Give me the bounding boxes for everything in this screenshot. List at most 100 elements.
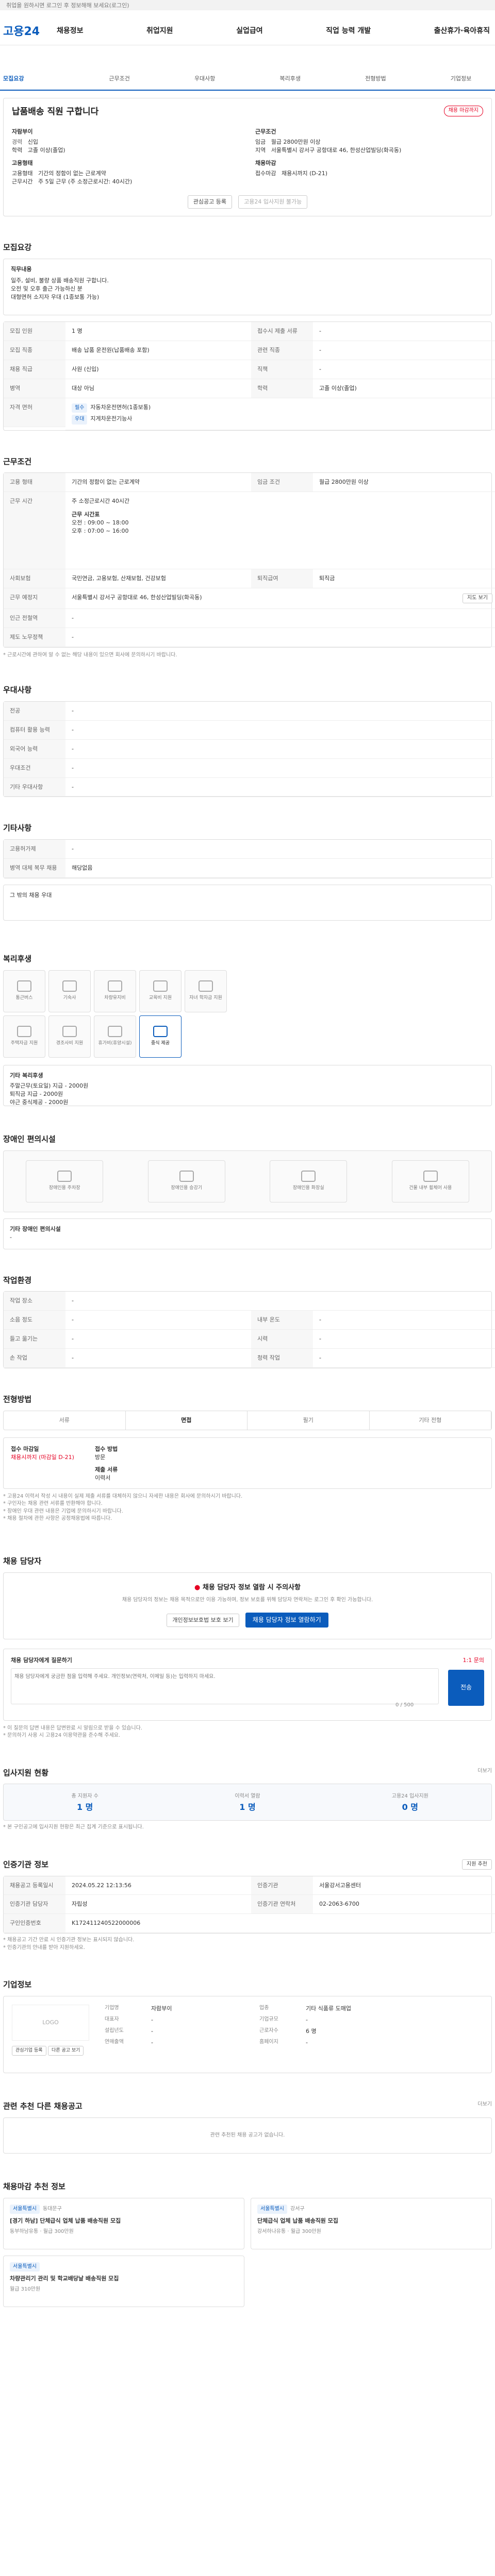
job-desc-line: 대형면허 소지자 우대 (1종보통 가능)	[11, 293, 100, 300]
info-value: 서울강서고용센터	[313, 1876, 495, 1895]
tab-prefer[interactable]: 우대사항	[174, 75, 236, 83]
question-input[interactable]	[11, 1668, 439, 1705]
stat-label: 고용24 입사지원	[391, 1793, 428, 1800]
job-title: 납품배송 직원 구합니다	[12, 107, 99, 117]
recruit-cell: 1 명	[65, 322, 251, 341]
nav-employment-support[interactable]: 취업지원	[146, 26, 173, 36]
map-button[interactable]: 지도 보기	[463, 594, 492, 603]
deadline-label: 접수 마감일	[11, 1445, 39, 1452]
applicants-section: 입사지원 현황 더보기 총 지원자 수 1 명 이력서 열람 1 명 고용24 입사지…	[0, 1760, 495, 1832]
recommend-title: 채용마감 추천 정보	[3, 2181, 65, 2191]
welfare-other-line: 퇴직금 지급 - 2000원	[10, 1090, 63, 1097]
company-value: -	[306, 2039, 308, 2046]
prefer-value: -	[65, 778, 493, 797]
wage-value: 월급 2800만원 이상	[271, 138, 321, 145]
elevator-icon	[179, 1171, 194, 1182]
applicants-more-link[interactable]: 더보기	[477, 1768, 492, 1784]
env-section: 작업환경 작업 장소 - 소음 정도 - 내부 온도 - 들고 옮기는 - 시력 - 손 작업…	[0, 1268, 495, 1369]
welfare-tile: 주택자금 지원	[3, 1015, 45, 1058]
emp-type-label: 고용형태	[12, 170, 33, 177]
recruit-cell: 대상 아님	[65, 379, 251, 398]
stat-resume: 이력서 열람 1 명	[166, 1784, 328, 1820]
disability-tile: 장애인용 화장실	[270, 1160, 348, 1202]
tab-selection[interactable]: 전형방법	[344, 75, 406, 83]
recommend-card[interactable]: 서울특별시 동대문구 [경기 하남] 단체급식 업체 납품 배송직원 모집 동부하…	[3, 2197, 244, 2249]
section-tabs: 모집요강 근무조건 우대사항 복리후생 전형방법 기업정보	[0, 68, 495, 91]
company-value: -	[306, 2016, 308, 2024]
disability-other-label: 기타 장애인 편의시설	[10, 1225, 61, 1232]
recommend-region: 서울특별시	[10, 2204, 40, 2214]
company-label: 설립년도	[105, 2027, 124, 2033]
welfare-tile-label: 차량유지비	[104, 995, 126, 1001]
emp-type-heading: 고용형태	[12, 160, 33, 167]
nav-jobs[interactable]: 채용정보	[57, 26, 84, 36]
recruit-cell-label: 직책	[251, 360, 313, 379]
site-logo[interactable]: 고용24	[3, 24, 40, 40]
selection-steps: 서류 면접 필기 기타 전형	[3, 1410, 492, 1430]
work-hours-value: 주 5일 근무 (주 소정근로시간: 40시간)	[38, 178, 133, 185]
contact-section: 채용 담당자 ● 채용 담당자 정보 열람 시 주의사항 채용 담당자의 정보는…	[0, 1549, 495, 1740]
welfare-tiles: 통근버스 기숙사 차량유지비 교육비 지원 자녀 학자금 지원 주택자금 지원 …	[3, 970, 240, 1058]
tab-conditions[interactable]: 근무조건	[89, 75, 151, 83]
gift-icon	[62, 1026, 77, 1038]
warning-desc: 채용 담당자의 정보는 채용 목적으로만 이용 가능하며, 정보 보호를 위해 …	[122, 1597, 373, 1603]
time-line: 주 소정근로시간 40시간	[72, 498, 130, 505]
welfare-tile-label: 휴가비(휴양시설)	[98, 1041, 132, 1046]
question-send-button[interactable]: 전송	[448, 1669, 484, 1706]
company-jobs-button[interactable]: 다른 공고 보기	[48, 2046, 84, 2056]
company-follow-button[interactable]: 관심기업 등록	[12, 2046, 46, 2056]
recommend-company: 동부하남유통	[10, 2229, 39, 2235]
recommend-job-title[interactable]: [경기 하남] 단체급식 업체 납품 배송직원 모집	[10, 2217, 238, 2225]
cond-label: 인근 전철역	[4, 608, 65, 628]
disability-title: 장애인 편의시설	[3, 1134, 56, 1144]
env-label: 시력	[251, 1330, 313, 1349]
recommend-region: 서울특별시	[10, 2262, 40, 2272]
stat-total: 총 지원자 수 1 명	[4, 1784, 166, 1820]
similar-more-link[interactable]: 더보기	[477, 2101, 492, 2117]
interest-button[interactable]: 관심공고 등록	[187, 195, 232, 209]
stat-label: 총 지원자 수	[71, 1793, 98, 1800]
welfare-other-box: 기타 복리후생 주말근무(토요일) 지급 - 2000원 퇴직금 지급 - 20…	[3, 1064, 492, 1106]
nav-training[interactable]: 직업 능력 개발	[326, 26, 371, 36]
other-title: 기타사항	[3, 823, 32, 833]
recommend-district: 강서구	[290, 2206, 305, 2212]
top-notice: 취업을 원하시면 로그인 후 정보해해 보세요(로그인)	[6, 2, 129, 9]
tab-recruit[interactable]: 모집요강	[3, 75, 65, 83]
view-contact-button[interactable]: 채용 담당자 정보 열람하기	[245, 1612, 328, 1628]
info-action[interactable]: 지원 추천	[462, 1859, 492, 1870]
recruit-cell-label: 모집 직종	[4, 341, 65, 360]
info-label: 인증기관 연락처	[251, 1895, 313, 1914]
dorm-icon	[62, 980, 77, 992]
nav-leave[interactable]: 출산휴가·육아휴직	[434, 26, 490, 36]
recommend-pay: 월급 310만원	[10, 2286, 41, 2293]
license-label: 자격 면허	[4, 398, 65, 427]
prefer-label: 외국어 능력	[4, 739, 65, 759]
cond-value: 월급 2800만원 이상	[313, 473, 495, 493]
env-value: -	[65, 1292, 495, 1311]
recruit-cell: -	[313, 360, 495, 379]
apply-button[interactable]: 고용24 입사지원 불가능	[238, 195, 308, 209]
conditions-note: * 근로시간에 관하여 알 수 없는 해당 내용이 있으면 회사에 문의하시기 …	[3, 652, 177, 658]
recommend-section: 채용마감 추천 정보 서울특별시 동대문구 [경기 하남] 단체급식 업체 납품 …	[0, 2174, 495, 2307]
recommend-job-title[interactable]: 차량관리기 관리 및 학교배당날 배송직원 모집	[10, 2275, 238, 2283]
car-icon	[108, 980, 122, 992]
recommend-pay: 월급 300만원	[290, 2229, 321, 2235]
recommend-job-title[interactable]: 단체급식 업체 납품 배송직원 모집	[257, 2217, 485, 2225]
welfare-tile: 교육비 지원	[139, 970, 182, 1012]
company-section: 기업정보 LOGO 관심기업 등록 다른 공고 보기 기업명 자람부이 업종 기타 …	[0, 1972, 495, 2074]
welfare-title: 복리후생	[3, 954, 32, 964]
tab-welfare[interactable]: 복리후생	[259, 75, 321, 83]
tab-company[interactable]: 기업정보	[430, 75, 492, 83]
recommend-pay: 월급 300만원	[43, 2229, 74, 2235]
prefer-value: -	[65, 759, 493, 778]
env-table: 작업 장소 - 소음 정도 - 내부 온도 - 들고 옮기는 - 시력 - 손 작업 - 청력 작…	[3, 1291, 495, 1369]
nav-unemployment[interactable]: 실업급여	[236, 26, 263, 36]
recommend-card[interactable]: 서울특별시 차량관리기 관리 및 학교배당날 배송직원 모집 월급 310만원	[3, 2255, 244, 2307]
career-label: 경력	[12, 138, 23, 145]
env-label: 손 작업	[4, 1349, 65, 1368]
question-label: 채용 담당자에게 질문하기	[11, 1656, 72, 1664]
step-interview: 면접	[125, 1411, 248, 1430]
recommend-card[interactable]: 서울특별시 강서구 단체급식 업체 납품 배송직원 모집 강서하나유통 · 월급 …	[251, 2197, 492, 2249]
selection-note: * 고용24 이력서 작성 시 내용이 실제 제출 서류를 대체하지 않으니 자…	[3, 1493, 243, 1499]
privacy-button[interactable]: 개인정보보호법 보호 보기	[167, 1613, 239, 1627]
